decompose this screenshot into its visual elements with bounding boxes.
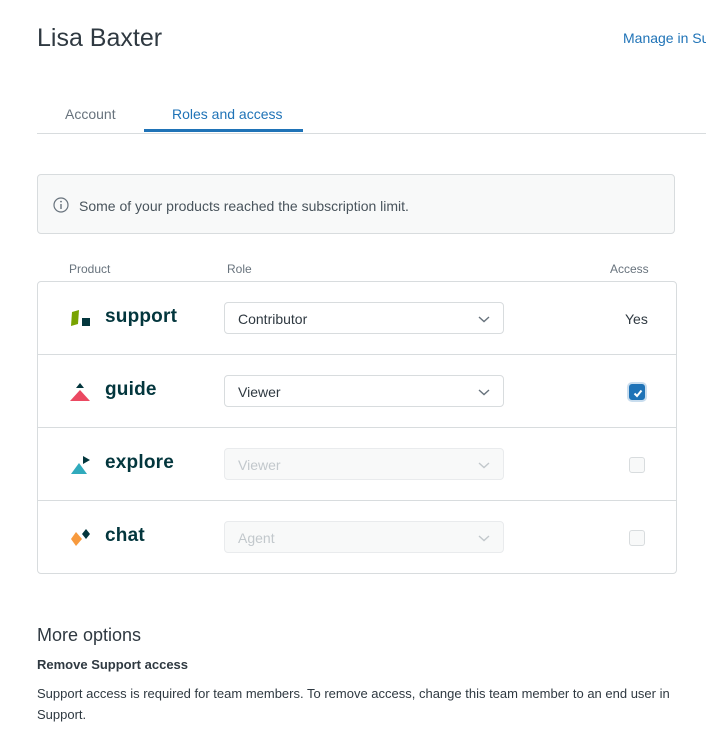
column-header-role: Role [227, 262, 252, 276]
table-row-explore: explore Viewer [38, 428, 676, 501]
role-select-guide[interactable]: Viewer [224, 375, 504, 407]
role-select-chat: Agent [224, 521, 504, 553]
table-row-chat: chat Agent [38, 501, 676, 574]
table-row-support: support Contributor Yes [38, 282, 676, 355]
role-select-value: Viewer [238, 457, 281, 473]
column-header-product: Product [69, 262, 111, 276]
role-select-explore: Viewer [224, 448, 504, 480]
chevron-down-icon [478, 535, 490, 542]
remove-support-access-description: Support access is required for team memb… [37, 686, 670, 722]
chevron-down-icon [478, 389, 490, 396]
checkmark-icon [633, 389, 643, 398]
access-checkbox-guide[interactable] [629, 384, 645, 400]
page-title: Lisa Baxter [37, 24, 163, 52]
guide-logo-icon [70, 383, 90, 401]
chevron-down-icon [478, 316, 490, 323]
role-select-support[interactable]: Contributor [224, 302, 504, 334]
alert-message: Some of your products reached the subscr… [79, 198, 409, 214]
info-icon [53, 197, 69, 213]
access-checkbox-explore [629, 457, 645, 473]
explore-logo-icon [71, 456, 90, 474]
product-name: guide [105, 379, 157, 400]
access-checkbox-chat [629, 530, 645, 546]
remove-support-access-heading: Remove Support access [37, 657, 189, 672]
tab-roles-and-access[interactable]: Roles and access [172, 106, 283, 122]
more-options-heading: More options [37, 625, 142, 645]
product-name: chat [105, 525, 145, 546]
role-select-value: Contributor [238, 311, 308, 327]
tab-account[interactable]: Account [65, 106, 116, 122]
table-row-guide: guide Viewer [38, 355, 676, 428]
manage-in-support-link[interactable]: Manage in Su [623, 30, 706, 46]
column-header-access: Access [610, 262, 649, 276]
product-name: support [105, 306, 178, 327]
role-select-value: Agent [238, 530, 275, 546]
support-logo-icon [71, 310, 90, 326]
tab-list: Account Roles and access [37, 96, 706, 134]
product-roles-table: support Contributor Yes guide Viewer exp… [37, 281, 677, 574]
access-status: Yes [625, 311, 648, 327]
chat-logo-icon [71, 529, 90, 546]
chevron-down-icon [478, 462, 490, 469]
role-select-value: Viewer [238, 384, 281, 400]
product-name: explore [105, 452, 174, 473]
selected-tab-indicator [144, 129, 303, 132]
subscription-limit-alert: Some of your products reached the subscr… [37, 174, 675, 234]
